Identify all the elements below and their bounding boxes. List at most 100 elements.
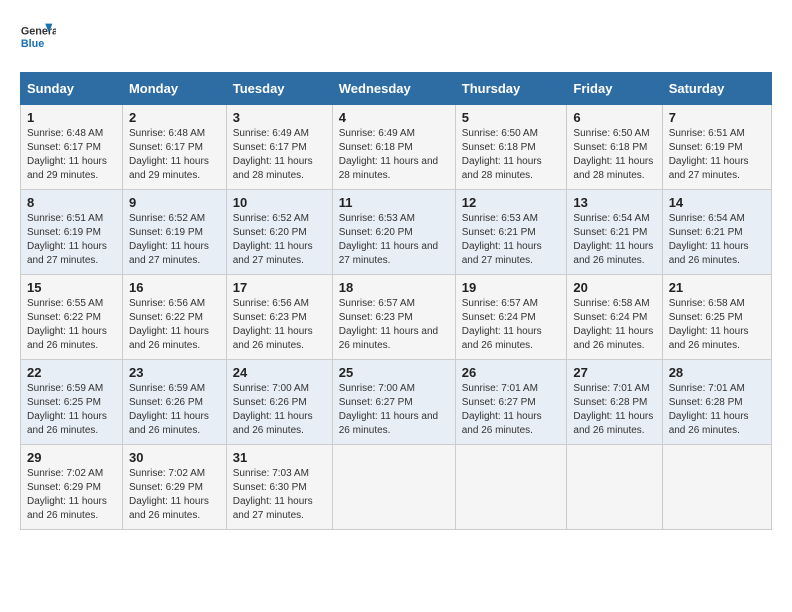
day-info: Sunrise: 7:02 AM Sunset: 6:29 PM Dayligh… [129,467,220,523]
day-info: Sunrise: 6:51 AM Sunset: 6:19 PM Dayligh… [669,127,765,183]
day-number: 30 [129,450,220,465]
calendar-cell: 28 Sunrise: 7:01 AM Sunset: 6:28 PM Dayli… [662,360,771,445]
day-info: Sunrise: 6:58 AM Sunset: 6:24 PM Dayligh… [573,297,655,353]
day-number: 20 [573,280,655,295]
calendar-cell: 23 Sunrise: 6:59 AM Sunset: 6:26 PM Dayli… [122,360,226,445]
day-number: 15 [27,280,116,295]
day-info: Sunrise: 7:01 AM Sunset: 6:27 PM Dayligh… [462,382,561,438]
calendar-cell [455,445,567,530]
calendar-cell: 4 Sunrise: 6:49 AM Sunset: 6:18 PM Daylig… [332,105,455,190]
day-info: Sunrise: 6:56 AM Sunset: 6:23 PM Dayligh… [233,297,326,353]
day-info: Sunrise: 6:53 AM Sunset: 6:20 PM Dayligh… [339,212,449,268]
day-info: Sunrise: 7:01 AM Sunset: 6:28 PM Dayligh… [573,382,655,438]
page-header: GeneralBlue [20,20,772,56]
day-number: 24 [233,365,326,380]
calendar-cell: 6 Sunrise: 6:50 AM Sunset: 6:18 PM Daylig… [567,105,662,190]
logo-icon: GeneralBlue [20,20,56,56]
calendar-cell: 14 Sunrise: 6:54 AM Sunset: 6:21 PM Dayli… [662,190,771,275]
day-info: Sunrise: 6:52 AM Sunset: 6:20 PM Dayligh… [233,212,326,268]
calendar-cell: 10 Sunrise: 6:52 AM Sunset: 6:20 PM Dayli… [226,190,332,275]
day-number: 22 [27,365,116,380]
calendar-cell [662,445,771,530]
day-number: 21 [669,280,765,295]
day-number: 10 [233,195,326,210]
calendar-cell: 24 Sunrise: 7:00 AM Sunset: 6:26 PM Dayli… [226,360,332,445]
calendar-cell: 2 Sunrise: 6:48 AM Sunset: 6:17 PM Daylig… [122,105,226,190]
calendar-table: SundayMondayTuesdayWednesdayThursdayFrid… [20,72,772,530]
calendar-cell: 29Sunrise: 7:02 AM Sunset: 6:29 PM Dayli… [21,445,123,530]
day-info: Sunrise: 6:59 AM Sunset: 6:26 PM Dayligh… [129,382,220,438]
day-number: 5 [462,110,561,125]
day-number: 23 [129,365,220,380]
calendar-cell: 31Sunrise: 7:03 AM Sunset: 6:30 PM Dayli… [226,445,332,530]
day-info: Sunrise: 6:50 AM Sunset: 6:18 PM Dayligh… [573,127,655,183]
svg-text:Blue: Blue [21,38,44,50]
day-info: Sunrise: 6:53 AM Sunset: 6:21 PM Dayligh… [462,212,561,268]
calendar-cell: 11 Sunrise: 6:53 AM Sunset: 6:20 PM Dayli… [332,190,455,275]
day-number: 4 [339,110,449,125]
week-row-2: 8Sunrise: 6:51 AM Sunset: 6:19 PM Daylig… [21,190,772,275]
day-number: 7 [669,110,765,125]
logo: GeneralBlue [20,20,56,56]
day-info: Sunrise: 6:58 AM Sunset: 6:25 PM Dayligh… [669,297,765,353]
calendar-cell: 25 Sunrise: 7:00 AM Sunset: 6:27 PM Dayli… [332,360,455,445]
day-number: 6 [573,110,655,125]
day-number: 26 [462,365,561,380]
day-number: 13 [573,195,655,210]
day-info: Sunrise: 6:50 AM Sunset: 6:18 PM Dayligh… [462,127,561,183]
day-info: Sunrise: 6:55 AM Sunset: 6:22 PM Dayligh… [27,297,116,353]
day-number: 28 [669,365,765,380]
day-info: Sunrise: 6:48 AM Sunset: 6:17 PM Dayligh… [129,127,220,183]
calendar-cell: 16Sunrise: 6:56 AM Sunset: 6:22 PM Dayli… [122,275,226,360]
calendar-cell: 12Sunrise: 6:53 AM Sunset: 6:21 PM Dayli… [455,190,567,275]
column-header-thursday: Thursday [455,73,567,105]
calendar-cell: 26 Sunrise: 7:01 AM Sunset: 6:27 PM Dayli… [455,360,567,445]
calendar-cell: 7 Sunrise: 6:51 AM Sunset: 6:19 PM Daylig… [662,105,771,190]
calendar-cell: 30 Sunrise: 7:02 AM Sunset: 6:29 PM Dayli… [122,445,226,530]
day-number: 9 [129,195,220,210]
calendar-cell: 22 Sunrise: 6:59 AM Sunset: 6:25 PM Dayli… [21,360,123,445]
day-number: 1 [27,110,116,125]
calendar-cell: 8Sunrise: 6:51 AM Sunset: 6:19 PM Daylig… [21,190,123,275]
calendar-cell: 21 Sunrise: 6:58 AM Sunset: 6:25 PM Dayli… [662,275,771,360]
calendar-cell [332,445,455,530]
column-header-monday: Monday [122,73,226,105]
day-info: Sunrise: 7:03 AM Sunset: 6:30 PM Dayligh… [233,467,326,523]
calendar-cell: 1Sunrise: 6:48 AM Sunset: 6:17 PM Daylig… [21,105,123,190]
calendar-cell: 18 Sunrise: 6:57 AM Sunset: 6:23 PM Dayli… [332,275,455,360]
day-info: Sunrise: 6:52 AM Sunset: 6:19 PM Dayligh… [129,212,220,268]
day-number: 2 [129,110,220,125]
day-number: 16 [129,280,220,295]
day-info: Sunrise: 6:59 AM Sunset: 6:25 PM Dayligh… [27,382,116,438]
calendar-cell: 19Sunrise: 6:57 AM Sunset: 6:24 PM Dayli… [455,275,567,360]
day-number: 18 [339,280,449,295]
calendar-cell: 3Sunrise: 6:49 AM Sunset: 6:17 PM Daylig… [226,105,332,190]
calendar-cell [567,445,662,530]
day-number: 27 [573,365,655,380]
day-info: Sunrise: 6:49 AM Sunset: 6:17 PM Dayligh… [233,127,326,183]
day-number: 17 [233,280,326,295]
week-row-1: 1 Sunrise: 6:48 AM Sunset: 6:17 PM Daylig… [21,105,772,190]
week-row-3: 15 Sunrise: 6:55 AM Sunset: 6:22 PM Dayli… [21,275,772,360]
day-number: 11 [339,195,449,210]
day-info: Sunrise: 7:01 AM Sunset: 6:28 PM Dayligh… [669,382,765,438]
calendar-cell: 9 Sunrise: 6:52 AM Sunset: 6:19 PM Daylig… [122,190,226,275]
calendar-cell: 5 Sunrise: 6:50 AM Sunset: 6:18 PM Daylig… [455,105,567,190]
day-info: Sunrise: 6:57 AM Sunset: 6:23 PM Dayligh… [339,297,449,353]
day-number: 14 [669,195,765,210]
calendar-header-row: SundayMondayTuesdayWednesdayThursdayFrid… [21,73,772,105]
day-info: Sunrise: 6:49 AM Sunset: 6:18 PM Dayligh… [339,127,449,183]
day-number: 8 [27,195,116,210]
column-header-wednesday: Wednesday [332,73,455,105]
day-info: Sunrise: 6:54 AM Sunset: 6:21 PM Dayligh… [573,212,655,268]
day-info: Sunrise: 6:54 AM Sunset: 6:21 PM Dayligh… [669,212,765,268]
day-info: Sunrise: 7:00 AM Sunset: 6:27 PM Dayligh… [339,382,449,438]
day-number: 19 [462,280,561,295]
week-row-5: 29Sunrise: 7:02 AM Sunset: 6:29 PM Dayli… [21,445,772,530]
calendar-cell: 15 Sunrise: 6:55 AM Sunset: 6:22 PM Dayli… [21,275,123,360]
calendar-cell: 17 Sunrise: 6:56 AM Sunset: 6:23 PM Dayli… [226,275,332,360]
day-number: 25 [339,365,449,380]
day-info: Sunrise: 7:00 AM Sunset: 6:26 PM Dayligh… [233,382,326,438]
calendar-cell: 13 Sunrise: 6:54 AM Sunset: 6:21 PM Dayli… [567,190,662,275]
week-row-4: 22 Sunrise: 6:59 AM Sunset: 6:25 PM Dayli… [21,360,772,445]
